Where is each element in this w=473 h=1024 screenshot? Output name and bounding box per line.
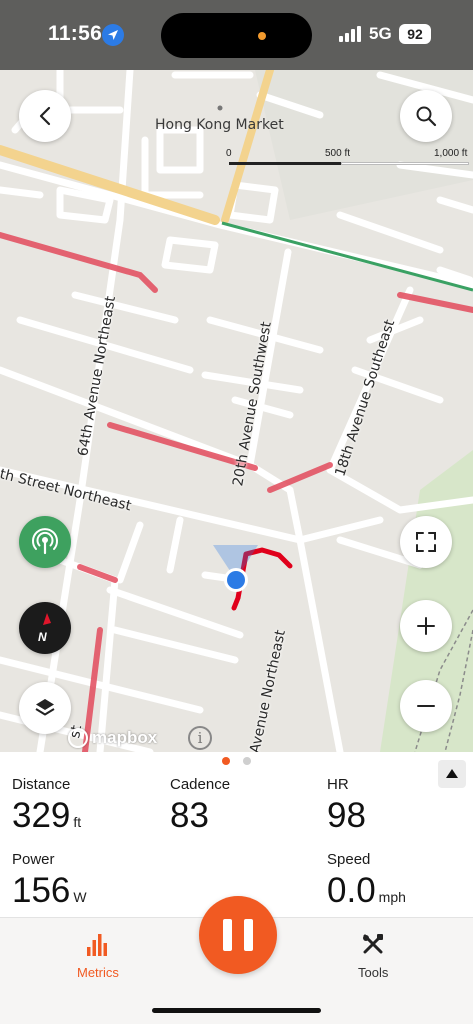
tab-tools-label: Tools: [358, 965, 389, 980]
broadcast-icon: [32, 528, 58, 555]
tab-tools[interactable]: Tools: [358, 934, 388, 980]
search-icon: [416, 106, 437, 127]
metric-value: 329 ft: [12, 796, 81, 842]
compass-icon: N: [38, 613, 51, 644]
zoom-out-button[interactable]: [400, 680, 452, 732]
status-bar: 11:56 5G 92: [0, 0, 473, 70]
place-label: Hong Kong Market: [155, 117, 284, 133]
map-info-button[interactable]: i: [188, 726, 212, 750]
metrics-panel[interactable]: Distance 329 ft Cadence 83 HR 98 Power 15…: [0, 752, 473, 917]
mapbox-logo[interactable]: mapbox: [68, 728, 157, 748]
layers-icon: [35, 699, 55, 716]
power-value: 156: [12, 871, 71, 910]
cadence-value: 83: [170, 796, 209, 835]
speed-unit: mph: [378, 889, 406, 905]
metric-hr: HR 98: [327, 776, 366, 836]
fullscreen-icon: [416, 532, 436, 552]
metric-distance: Distance 329 ft: [12, 776, 81, 842]
metric-label: Distance: [12, 776, 71, 793]
metric-speed: Speed 0.0 mph: [327, 851, 406, 917]
metric-value: 156 W: [12, 871, 87, 917]
metric-label: Speed: [327, 851, 371, 868]
scale-tick-max: 1,000 ft: [434, 148, 468, 159]
metric-label: Cadence: [170, 776, 231, 793]
recenter-button[interactable]: [400, 516, 452, 568]
compass-button[interactable]: N: [19, 602, 71, 654]
map-base-layer: [0, 70, 473, 752]
distance-unit: ft: [73, 814, 82, 830]
scale-tick-mid: 500 ft: [325, 148, 351, 159]
search-button[interactable]: [400, 90, 452, 142]
map-view[interactable]: Hong Kong Market 64th Avenue Northeast 2…: [0, 70, 473, 752]
live-track-button[interactable]: [19, 516, 71, 568]
chevron-left-icon: [39, 106, 51, 126]
mapbox-attribution: mapbox: [92, 728, 158, 747]
caret-up-icon: [446, 769, 458, 778]
compass-n-label: N: [38, 630, 47, 644]
mapbox-logo-icon: [68, 728, 88, 748]
dynamic-island: [161, 13, 312, 58]
minus-icon: [417, 705, 435, 707]
tools-icon: [363, 934, 384, 954]
location-services-icon: [102, 24, 124, 46]
plus-icon: [417, 617, 435, 635]
cellular-signal-icon: [339, 26, 361, 42]
metric-label: HR: [327, 776, 349, 793]
bar-chart-icon: [86, 934, 107, 956]
tab-metrics[interactable]: Metrics: [77, 934, 119, 980]
scale-bar-segment: [229, 162, 341, 165]
map-scale-bar: 0 500 ft 1,000 ft: [226, 148, 471, 168]
pause-ride-button[interactable]: [199, 896, 277, 974]
back-button[interactable]: [19, 90, 71, 142]
pause-icon: [223, 919, 232, 951]
hr-value: 98: [327, 796, 366, 835]
distance-value: 329: [12, 796, 71, 835]
metric-label: Power: [12, 851, 55, 868]
page-dot-active[interactable]: [222, 757, 230, 765]
scale-bar-segment: [341, 162, 469, 165]
home-indicator: [152, 1008, 321, 1013]
metric-cadence: Cadence 83: [170, 776, 230, 836]
zoom-in-button[interactable]: [400, 600, 452, 652]
scale-tick-zero: 0: [226, 148, 232, 159]
page-dot[interactable]: [243, 757, 251, 765]
power-unit: W: [73, 889, 87, 905]
status-time: 11:56: [48, 22, 103, 45]
tab-metrics-label: Metrics: [77, 965, 119, 980]
mic-indicator-icon: [258, 32, 266, 40]
collapse-metrics-button[interactable]: [438, 760, 466, 788]
network-type: 5G: [369, 24, 392, 43]
metric-value: 0.0 mph: [327, 871, 406, 917]
map-layers-button[interactable]: [19, 682, 71, 734]
pause-icon: [244, 919, 253, 951]
battery-indicator: 92: [399, 24, 431, 44]
speed-value: 0.0: [327, 871, 376, 910]
metric-power: Power 156 W: [12, 851, 87, 917]
